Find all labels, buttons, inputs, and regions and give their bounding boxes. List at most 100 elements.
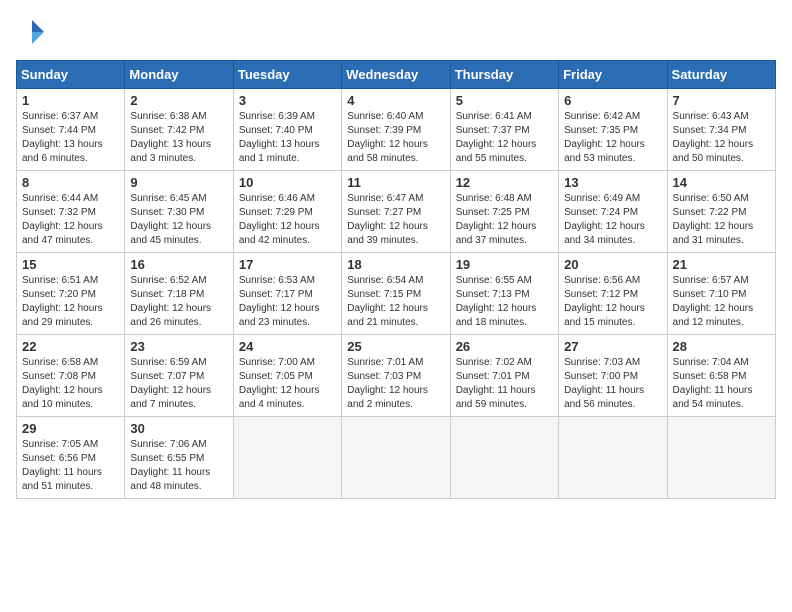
day-info: Sunrise: 6:56 AMSunset: 7:12 PMDaylight:…: [564, 274, 661, 330]
day-number: 9: [130, 175, 227, 190]
day-info: Sunrise: 6:46 AMSunset: 7:29 PMDaylight:…: [239, 192, 336, 248]
calendar-week-row: 1 Sunrise: 6:37 AMSunset: 7:44 PMDaylight…: [17, 89, 776, 171]
day-info: Sunrise: 7:04 AMSunset: 6:58 PMDaylight:…: [673, 356, 770, 412]
calendar-day-cell: 23 Sunrise: 6:59 AMSunset: 7:07 PMDayligh…: [125, 335, 233, 417]
calendar-day-cell: 8 Sunrise: 6:44 AMSunset: 7:32 PMDaylight…: [17, 171, 125, 253]
day-number: 22: [22, 339, 119, 354]
day-info: Sunrise: 7:03 AMSunset: 7:00 PMDaylight:…: [564, 356, 661, 412]
day-number: 30: [130, 421, 227, 436]
calendar-day-cell: [559, 417, 667, 499]
calendar-day-cell: 7 Sunrise: 6:43 AMSunset: 7:34 PMDaylight…: [667, 89, 775, 171]
day-number: 24: [239, 339, 336, 354]
day-info: Sunrise: 6:44 AMSunset: 7:32 PMDaylight:…: [22, 192, 119, 248]
calendar-day-cell: 25 Sunrise: 7:01 AMSunset: 7:03 PMDayligh…: [342, 335, 450, 417]
calendar-day-cell: 15 Sunrise: 6:51 AMSunset: 7:20 PMDayligh…: [17, 253, 125, 335]
logo-icon: [16, 16, 48, 48]
calendar-day-cell: 28 Sunrise: 7:04 AMSunset: 6:58 PMDayligh…: [667, 335, 775, 417]
calendar-day-cell: 14 Sunrise: 6:50 AMSunset: 7:22 PMDayligh…: [667, 171, 775, 253]
day-number: 2: [130, 93, 227, 108]
page-header: [16, 16, 776, 48]
day-number: 25: [347, 339, 444, 354]
day-number: 11: [347, 175, 444, 190]
day-info: Sunrise: 6:50 AMSunset: 7:22 PMDaylight:…: [673, 192, 770, 248]
calendar-day-cell: 2Sunrise: 6:38 AMSunset: 7:42 PMDaylight…: [125, 89, 233, 171]
day-number: 16: [130, 257, 227, 272]
calendar-day-cell: [342, 417, 450, 499]
day-number: 27: [564, 339, 661, 354]
calendar-day-cell: 1 Sunrise: 6:37 AMSunset: 7:44 PMDaylight…: [17, 89, 125, 171]
day-number: 18: [347, 257, 444, 272]
day-info: Sunrise: 6:57 AMSunset: 7:10 PMDaylight:…: [673, 274, 770, 330]
day-info: Sunrise: 6:53 AMSunset: 7:17 PMDaylight:…: [239, 274, 336, 330]
calendar-day-cell: 27 Sunrise: 7:03 AMSunset: 7:00 PMDayligh…: [559, 335, 667, 417]
day-number: 20: [564, 257, 661, 272]
day-info: Sunrise: 6:52 AMSunset: 7:18 PMDaylight:…: [130, 274, 227, 330]
day-info: Sunrise: 6:37 AMSunset: 7:44 PMDaylight:…: [22, 110, 119, 166]
day-number: 23: [130, 339, 227, 354]
weekday-header-monday: Monday: [125, 61, 233, 89]
day-info: Sunrise: 6:58 AMSunset: 7:08 PMDaylight:…: [22, 356, 119, 412]
calendar-table: SundayMondayTuesdayWednesdayThursdayFrid…: [16, 60, 776, 499]
day-number: 12: [456, 175, 553, 190]
calendar-day-cell: 12 Sunrise: 6:48 AMSunset: 7:25 PMDayligh…: [450, 171, 558, 253]
day-number: 7: [673, 93, 770, 108]
weekday-header-wednesday: Wednesday: [342, 61, 450, 89]
weekday-header-tuesday: Tuesday: [233, 61, 341, 89]
day-info: Sunrise: 6:51 AMSunset: 7:20 PMDaylight:…: [22, 274, 119, 330]
day-number: 26: [456, 339, 553, 354]
calendar-header-row: SundayMondayTuesdayWednesdayThursdayFrid…: [17, 61, 776, 89]
day-number: 14: [673, 175, 770, 190]
calendar-week-row: 15 Sunrise: 6:51 AMSunset: 7:20 PMDayligh…: [17, 253, 776, 335]
calendar-day-cell: 10 Sunrise: 6:46 AMSunset: 7:29 PMDayligh…: [233, 171, 341, 253]
day-number: 21: [673, 257, 770, 272]
day-number: 19: [456, 257, 553, 272]
calendar-day-cell: [450, 417, 558, 499]
calendar-day-cell: 17Sunrise: 6:53 AMSunset: 7:17 PMDayligh…: [233, 253, 341, 335]
calendar-day-cell: 26 Sunrise: 7:02 AMSunset: 7:01 PMDayligh…: [450, 335, 558, 417]
weekday-header-thursday: Thursday: [450, 61, 558, 89]
calendar-day-cell: [233, 417, 341, 499]
day-info: Sunrise: 6:48 AMSunset: 7:25 PMDaylight:…: [456, 192, 553, 248]
day-number: 6: [564, 93, 661, 108]
calendar-day-cell: 13Sunrise: 6:49 AMSunset: 7:24 PMDayligh…: [559, 171, 667, 253]
calendar-day-cell: 20 Sunrise: 6:56 AMSunset: 7:12 PMDayligh…: [559, 253, 667, 335]
day-number: 4: [347, 93, 444, 108]
day-info: Sunrise: 6:40 AMSunset: 7:39 PMDaylight:…: [347, 110, 444, 166]
day-info: Sunrise: 7:00 AMSunset: 7:05 PMDaylight:…: [239, 356, 336, 412]
day-info: Sunrise: 6:41 AMSunset: 7:37 PMDaylight:…: [456, 110, 553, 166]
logo: [16, 16, 52, 48]
day-number: 10: [239, 175, 336, 190]
day-number: 29: [22, 421, 119, 436]
calendar-week-row: 29 Sunrise: 7:05 AMSunset: 6:56 PMDayligh…: [17, 417, 776, 499]
calendar-day-cell: 11 Sunrise: 6:47 AMSunset: 7:27 PMDayligh…: [342, 171, 450, 253]
day-info: Sunrise: 7:01 AMSunset: 7:03 PMDaylight:…: [347, 356, 444, 412]
day-number: 13: [564, 175, 661, 190]
calendar-day-cell: 3Sunrise: 6:39 AMSunset: 7:40 PMDaylight…: [233, 89, 341, 171]
day-info: Sunrise: 6:55 AMSunset: 7:13 PMDaylight:…: [456, 274, 553, 330]
day-info: Sunrise: 6:54 AMSunset: 7:15 PMDaylight:…: [347, 274, 444, 330]
day-info: Sunrise: 6:59 AMSunset: 7:07 PMDaylight:…: [130, 356, 227, 412]
calendar-day-cell: [667, 417, 775, 499]
weekday-header-friday: Friday: [559, 61, 667, 89]
day-info: Sunrise: 6:43 AMSunset: 7:34 PMDaylight:…: [673, 110, 770, 166]
weekday-header-sunday: Sunday: [17, 61, 125, 89]
calendar-day-cell: 29 Sunrise: 7:05 AMSunset: 6:56 PMDayligh…: [17, 417, 125, 499]
weekday-header-saturday: Saturday: [667, 61, 775, 89]
day-number: 28: [673, 339, 770, 354]
day-info: Sunrise: 7:02 AMSunset: 7:01 PMDaylight:…: [456, 356, 553, 412]
day-number: 8: [22, 175, 119, 190]
day-info: Sunrise: 6:47 AMSunset: 7:27 PMDaylight:…: [347, 192, 444, 248]
calendar-day-cell: 19 Sunrise: 6:55 AMSunset: 7:13 PMDayligh…: [450, 253, 558, 335]
day-number: 3: [239, 93, 336, 108]
calendar-day-cell: 22 Sunrise: 6:58 AMSunset: 7:08 PMDayligh…: [17, 335, 125, 417]
day-info: Sunrise: 7:05 AMSunset: 6:56 PMDaylight:…: [22, 438, 119, 494]
calendar-day-cell: 21 Sunrise: 6:57 AMSunset: 7:10 PMDayligh…: [667, 253, 775, 335]
day-number: 1: [22, 93, 119, 108]
day-info: Sunrise: 6:42 AMSunset: 7:35 PMDaylight:…: [564, 110, 661, 166]
day-number: 5: [456, 93, 553, 108]
calendar-day-cell: 9Sunrise: 6:45 AMSunset: 7:30 PMDaylight…: [125, 171, 233, 253]
calendar-day-cell: 16 Sunrise: 6:52 AMSunset: 7:18 PMDayligh…: [125, 253, 233, 335]
calendar-day-cell: 18 Sunrise: 6:54 AMSunset: 7:15 PMDayligh…: [342, 253, 450, 335]
calendar-day-cell: 30Sunrise: 7:06 AMSunset: 6:55 PMDayligh…: [125, 417, 233, 499]
day-number: 15: [22, 257, 119, 272]
